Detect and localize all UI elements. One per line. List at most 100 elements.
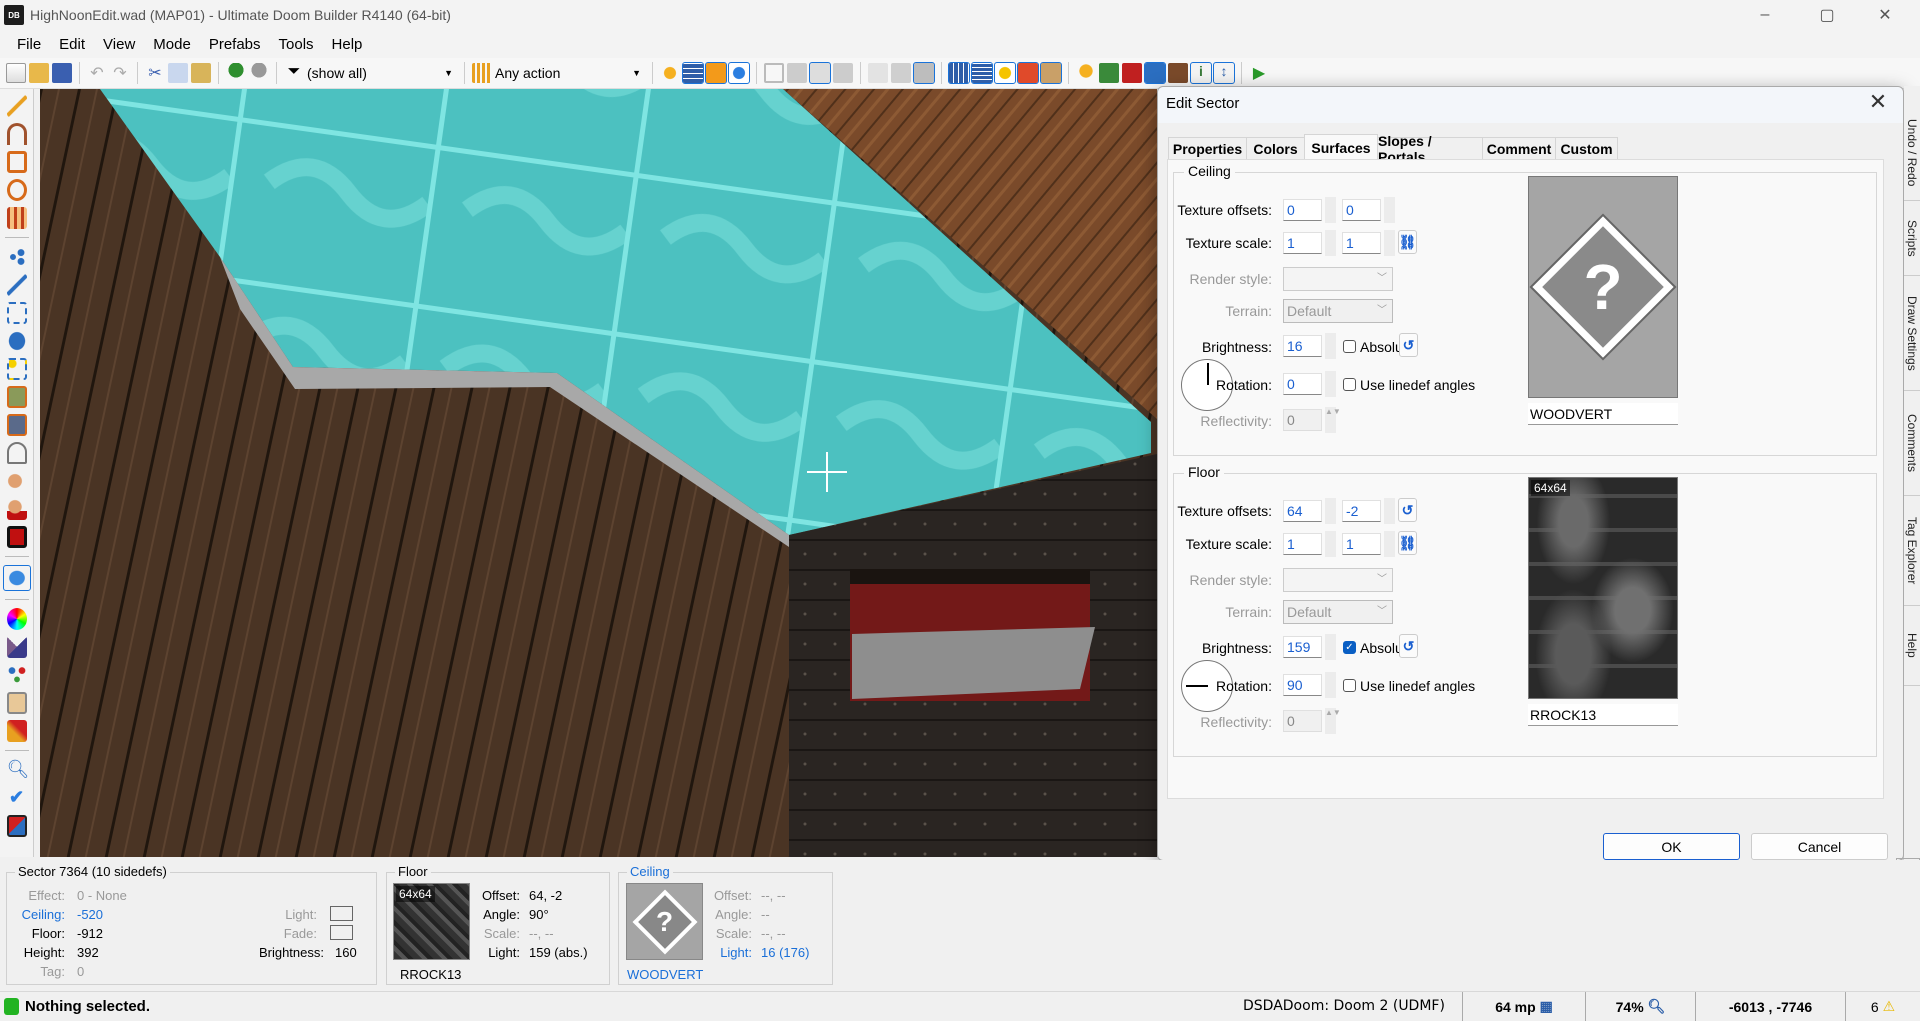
tab-custom[interactable]: Custom	[1555, 137, 1618, 159]
zoom-button[interactable]: 74% 🔍︎	[1585, 992, 1695, 1021]
sound-environment-icon[interactable]	[6, 498, 27, 520]
minimize-button[interactable]: –	[1742, 0, 1788, 30]
reset-brightness-button[interactable]: ↺	[1399, 634, 1418, 658]
test-map-icon[interactable]	[6, 815, 27, 837]
ceiling-scale-y-input[interactable]: 1	[1342, 232, 1381, 254]
view-ceilings-icon[interactable]	[833, 63, 853, 83]
floor-rotation-input[interactable]: 90	[1283, 674, 1322, 696]
reset-offsets-button[interactable]: ↺	[1398, 498, 1417, 522]
tab-colors[interactable]: Colors	[1246, 137, 1305, 159]
view-brightness-icon[interactable]	[787, 63, 807, 83]
comments-icon[interactable]	[705, 62, 727, 84]
floor-scale-y-input[interactable]: 1	[1342, 533, 1381, 555]
script-editor-icon[interactable]	[1099, 63, 1119, 83]
paste-icon[interactable]	[191, 63, 211, 83]
doom-icon[interactable]	[1122, 63, 1142, 83]
floor-offset-y-input[interactable]: -2	[1342, 500, 1381, 522]
tag-range-icon[interactable]	[6, 692, 27, 714]
insert-prefab-icon[interactable]	[226, 63, 246, 83]
models-icon[interactable]	[728, 62, 750, 84]
color-picker-icon[interactable]	[6, 608, 27, 630]
floor-offset-y-spinner[interactable]	[1384, 498, 1395, 524]
merge-icon[interactable]	[891, 63, 911, 83]
floor-use-linedef-angles-checkbox[interactable]	[1343, 679, 1356, 692]
test-map-icon[interactable]: ▶	[1249, 63, 1269, 83]
ceiling-offset-x-input[interactable]: 0	[1283, 199, 1322, 221]
node-builder-icon[interactable]	[6, 664, 27, 686]
tab-surfaces[interactable]: Surfaces	[1304, 134, 1378, 160]
floor-terrain-dropdown[interactable]: Default ﹀	[1283, 600, 1393, 624]
menu-edit[interactable]: Edit	[50, 36, 94, 53]
menu-help[interactable]: Help	[323, 36, 372, 53]
group-icon[interactable]	[868, 63, 888, 83]
ceiling-texture-preview[interactable]: ?	[1528, 176, 1678, 398]
docker-tab-scripts[interactable]: Scripts	[1904, 201, 1920, 276]
ceiling-offset-y-spinner[interactable]	[1384, 197, 1395, 223]
linedefs-mode-icon[interactable]	[6, 274, 27, 296]
ceiling-use-linedef-angles-checkbox[interactable]	[1343, 378, 1356, 391]
ceiling-terrain-dropdown[interactable]: Default ﹀	[1283, 299, 1393, 323]
make-sector-icon[interactable]	[6, 358, 27, 380]
menu-file[interactable]: File	[8, 36, 50, 53]
floor-rotation-spinner[interactable]	[1325, 672, 1336, 698]
join-icon[interactable]	[913, 62, 935, 84]
floor-texture-name-input[interactable]: RROCK13	[1528, 704, 1678, 726]
floor-offset-x-input[interactable]: 64	[1283, 500, 1322, 522]
texture-lock-icon[interactable]	[1040, 62, 1062, 84]
draw-grid-icon[interactable]	[6, 207, 27, 229]
floor-offset-x-spinner[interactable]	[1325, 498, 1336, 524]
menu-mode[interactable]: Mode	[144, 36, 200, 53]
floor-reflectivity-spinner[interactable]: ▲▼	[1325, 708, 1341, 734]
floor-scale-x-input[interactable]: 1	[1283, 533, 1322, 555]
draw-rectangle-icon[interactable]	[6, 151, 27, 173]
menu-prefabs[interactable]: Prefabs	[200, 36, 270, 53]
tab-slopes-portals[interactable]: Slopes / Portals	[1377, 133, 1483, 165]
grid-size-button[interactable]: 64 mp ▦	[1462, 992, 1585, 1021]
terrain-icon[interactable]	[6, 636, 27, 658]
link-scale-icon[interactable]: ⛓	[1398, 230, 1417, 254]
maximize-button[interactable]: ▢	[1804, 0, 1850, 30]
floor-texture-preview[interactable]: 64x64	[1528, 477, 1678, 699]
draw-curve-icon[interactable]	[6, 123, 27, 145]
cut-icon[interactable]: ✂	[145, 63, 165, 83]
ceiling-brightness-input[interactable]: 16	[1283, 335, 1322, 357]
docker-tab-tag-explorer[interactable]: Tag Explorer	[1904, 496, 1920, 606]
ceiling-rotation-input[interactable]: 0	[1283, 373, 1322, 395]
draw-lines-icon[interactable]	[6, 95, 27, 117]
warnings-button[interactable]: 6 ⚠	[1845, 992, 1920, 1021]
menu-view[interactable]: View	[94, 36, 144, 53]
gauge-icon[interactable]	[6, 442, 27, 464]
floor-render-style-dropdown[interactable]: ﹀	[1283, 568, 1393, 592]
floor-brightness-input[interactable]: 159	[1283, 636, 1322, 658]
find-icon[interactable]: 🔍︎	[7, 759, 30, 781]
grid-icon[interactable]	[682, 62, 704, 84]
draw-ellipse-icon[interactable]	[6, 179, 27, 201]
new-map-icon[interactable]	[6, 63, 26, 83]
visual-mode-icon[interactable]	[2, 565, 31, 591]
view-floors-icon[interactable]	[809, 62, 831, 84]
ceiling-texture-mode-icon[interactable]	[6, 414, 27, 436]
auto-merge-icon[interactable]	[994, 62, 1016, 84]
view-normal-icon[interactable]	[764, 63, 784, 83]
info-icon[interactable]: i	[1190, 62, 1212, 84]
reset-brightness-button[interactable]: ↺	[1399, 333, 1418, 357]
check-icon[interactable]: ✔	[7, 787, 27, 809]
ceiling-rotation-spinner[interactable]	[1325, 371, 1336, 397]
vertices-mode-icon[interactable]	[6, 246, 27, 268]
dynamic-light-icon[interactable]	[1168, 63, 1188, 83]
sound-propagation-icon[interactable]	[6, 470, 27, 492]
floor-brightness-spinner[interactable]	[1325, 634, 1336, 660]
thing-filter-dropdown[interactable]: (show all) ▼	[307, 62, 457, 84]
undo-icon[interactable]: ↶	[87, 63, 107, 83]
docker-tab-help[interactable]: Help	[1904, 606, 1920, 686]
ceiling-render-style-dropdown[interactable]: ﹀	[1283, 267, 1393, 291]
floor-reflectivity-input[interactable]: 0	[1283, 710, 1322, 732]
docker-tab-undo-redo[interactable]: Undo / Redo	[1904, 106, 1920, 201]
ceiling-texture-name[interactable]: WOODVERT	[627, 967, 703, 982]
tab-comment[interactable]: Comment	[1482, 137, 1556, 159]
ceiling-offset-y-input[interactable]: 0	[1342, 199, 1381, 221]
last-prefab-icon[interactable]	[249, 63, 269, 83]
action-filter-dropdown[interactable]: Any action ▼	[495, 62, 645, 84]
close-window-button[interactable]: ✕	[1862, 0, 1908, 30]
full-brightness-icon[interactable]	[660, 63, 680, 83]
